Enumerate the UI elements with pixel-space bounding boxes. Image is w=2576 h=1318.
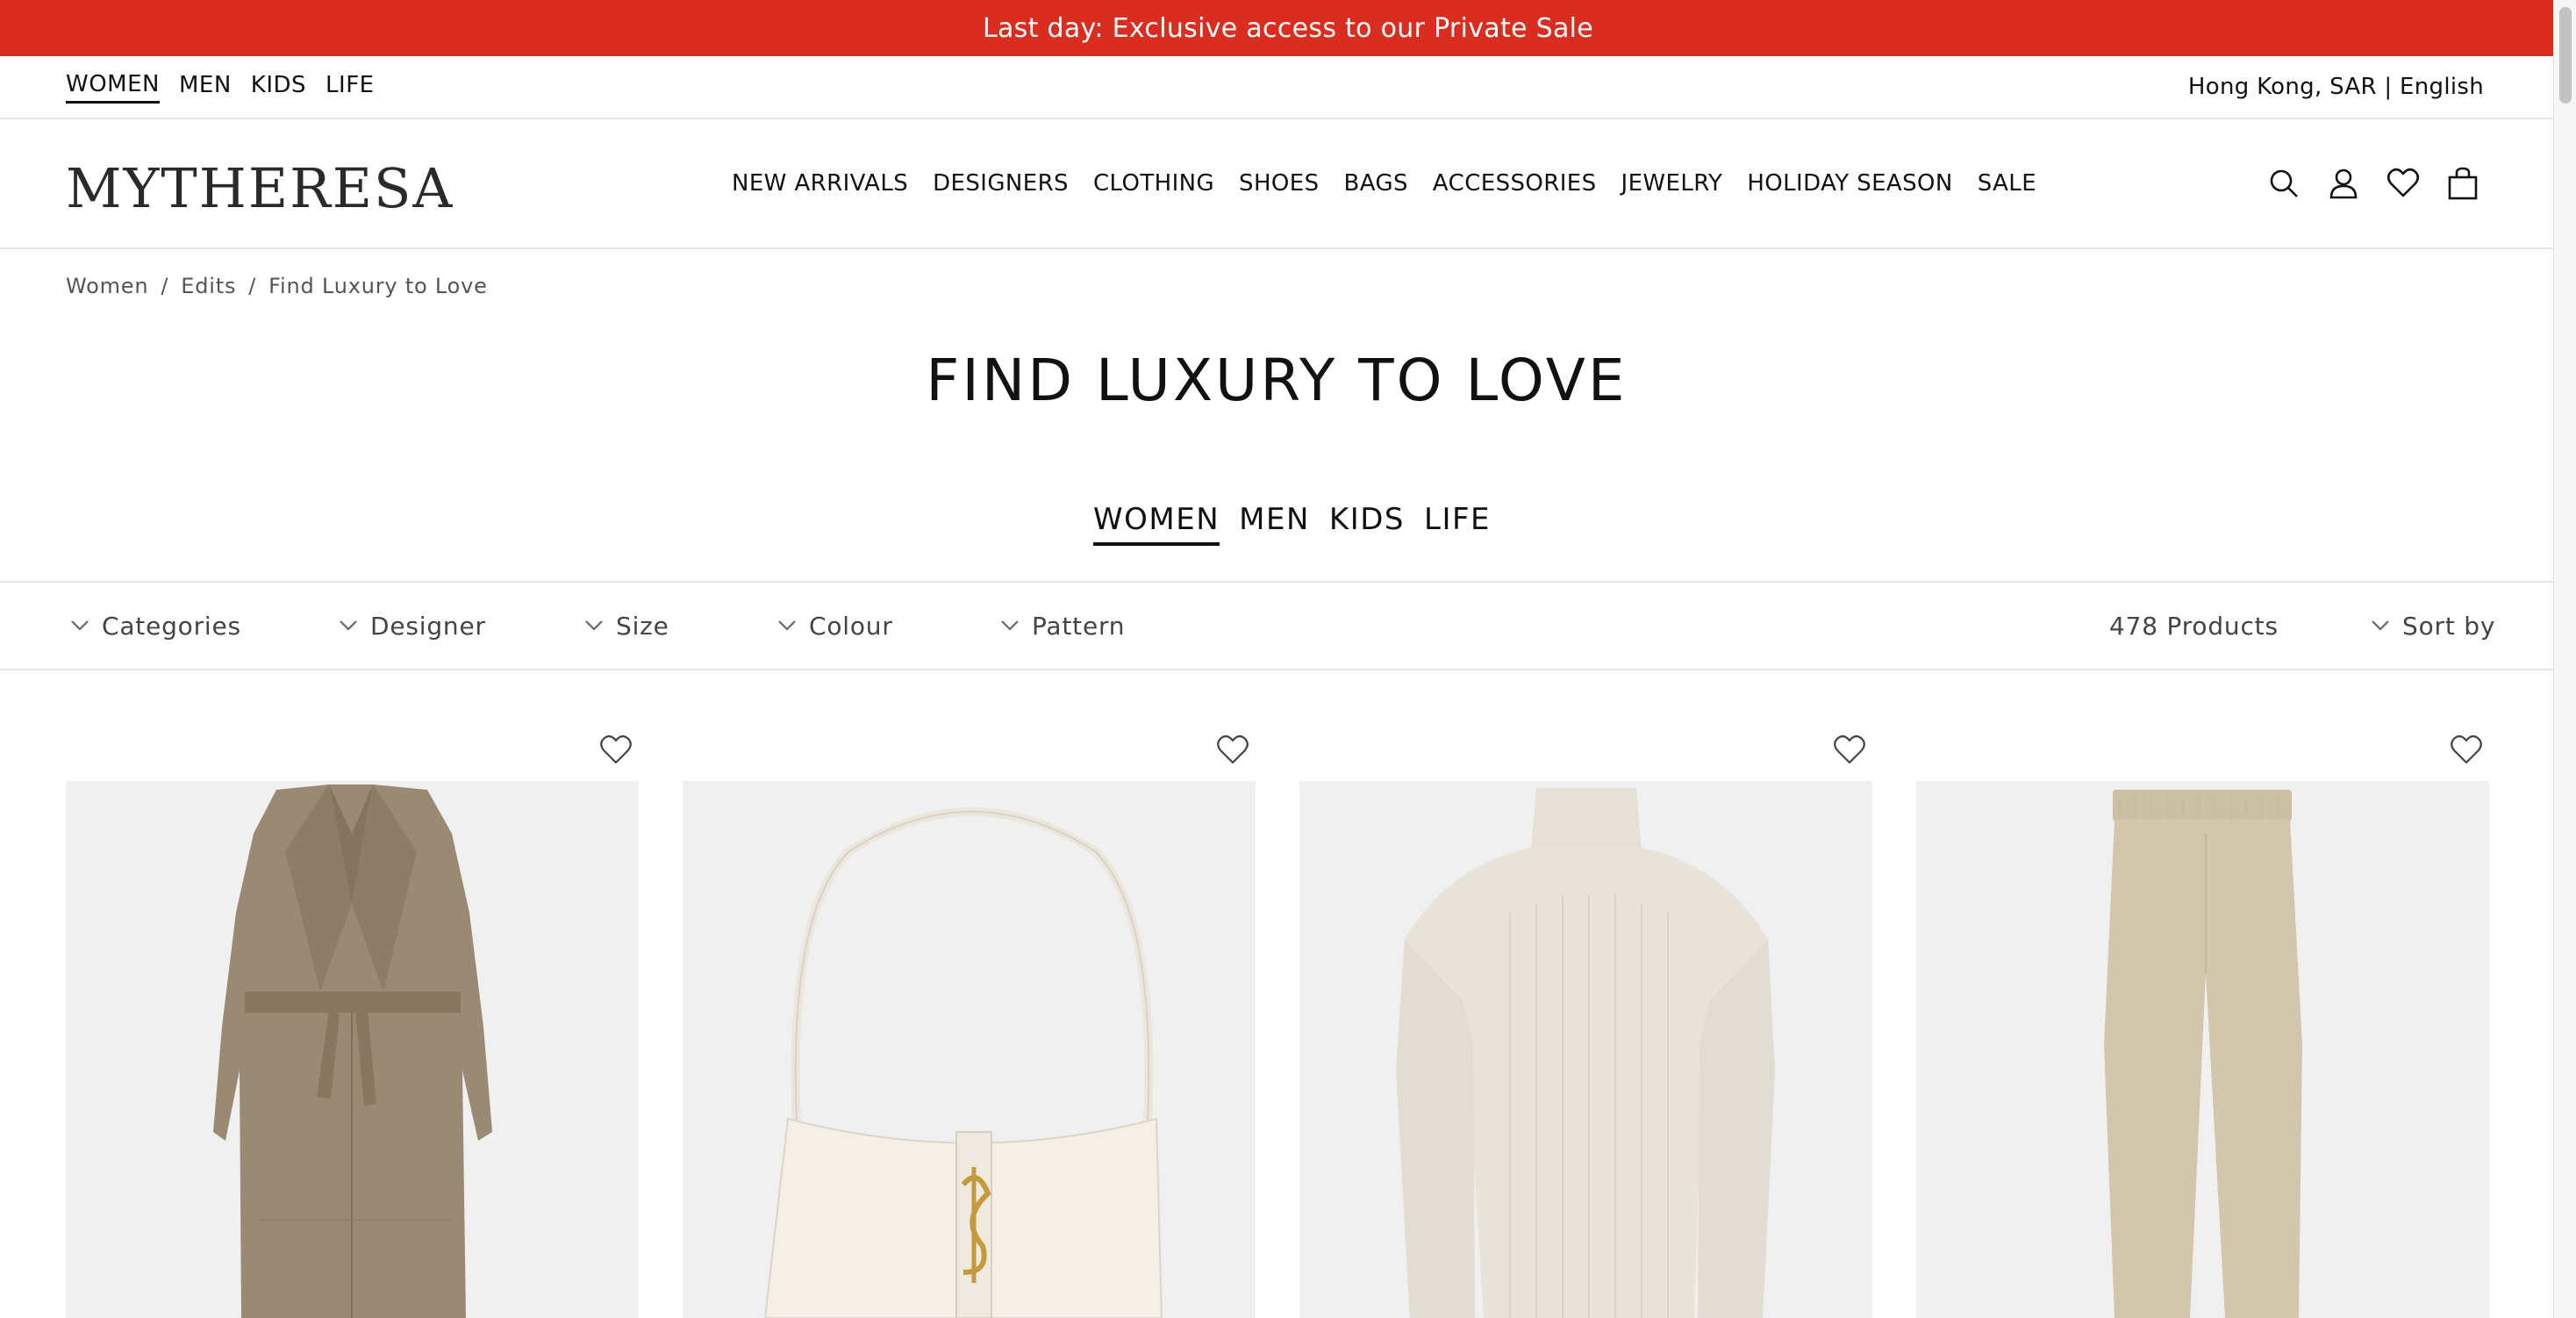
promo-text[interactable]: Last day: Exclusive access to our Privat…: [983, 13, 1593, 44]
nav-designers[interactable]: DESIGNERS: [933, 170, 1069, 197]
breadcrumb-edits[interactable]: Edits: [181, 274, 236, 298]
nav-sale[interactable]: SALE: [1978, 170, 2036, 197]
top-nav-women[interactable]: WOMEN: [66, 71, 160, 104]
top-nav-life[interactable]: LIFE: [326, 72, 375, 102]
filter-colour[interactable]: Colour: [777, 583, 893, 669]
filter-designer[interactable]: Designer: [339, 583, 486, 669]
wishlist-heart-icon[interactable]: [1215, 734, 1250, 769]
filter-categories[interactable]: Categories: [70, 583, 241, 669]
chevron-down-icon: [2371, 616, 2390, 635]
breadcrumb-separator: /: [248, 274, 257, 298]
breadcrumb: Women / Edits / Find Luxury to Love: [66, 274, 488, 298]
filter-pattern-label: Pattern: [1032, 611, 1126, 641]
product-card[interactable]: [66, 728, 639, 1318]
chevron-down-icon: [70, 616, 89, 635]
top-nav-men[interactable]: MEN: [179, 72, 232, 102]
nav-clothing[interactable]: CLOTHING: [1093, 170, 1214, 197]
tab-life[interactable]: LIFE: [1424, 502, 1491, 546]
product-image-suede-coat[interactable]: [66, 781, 639, 1318]
chevron-down-icon: [339, 616, 358, 635]
filter-colour-label: Colour: [809, 611, 893, 641]
product-grid: [66, 728, 2489, 1318]
filter-size-label: Size: [616, 611, 669, 641]
wishlist-icon[interactable]: [2386, 167, 2420, 200]
product-card[interactable]: [1299, 728, 1872, 1318]
filter-bar: Categories Designer Size Colour Pattern …: [0, 581, 2553, 670]
account-icon[interactable]: [2327, 167, 2360, 200]
top-nav-kids[interactable]: KIDS: [251, 72, 306, 102]
chevron-down-icon: [1000, 616, 1020, 635]
page-title: FIND LUXURY TO LOVE: [926, 347, 1628, 414]
filter-designer-label: Designer: [370, 611, 486, 641]
nav-bags[interactable]: BAGS: [1344, 170, 1408, 197]
top-bar: WOMEN MEN KIDS LIFE Hong Kong, SAR | Eng…: [0, 56, 2576, 119]
tab-women[interactable]: WOMEN: [1093, 502, 1220, 546]
header-icons: [2267, 119, 2479, 247]
breadcrumb-current: Find Luxury to Love: [268, 274, 488, 298]
nav-new-arrivals[interactable]: NEW ARRIVALS: [732, 170, 908, 197]
tab-kids[interactable]: KIDS: [1329, 502, 1405, 546]
main-nav: NEW ARRIVALS DESIGNERS CLOTHING SHOES BA…: [732, 119, 2036, 247]
product-card[interactable]: [683, 728, 1256, 1318]
promo-banner[interactable]: Last day: Exclusive access to our Privat…: [0, 0, 2576, 56]
product-card[interactable]: [1916, 728, 2489, 1318]
wishlist-heart-icon[interactable]: [1832, 734, 1867, 769]
tab-men[interactable]: MEN: [1239, 502, 1310, 546]
product-image-turtleneck[interactable]: [1299, 781, 1872, 1318]
filter-size[interactable]: Size: [584, 583, 669, 669]
wishlist-heart-icon[interactable]: [598, 734, 633, 769]
breadcrumb-separator: /: [161, 274, 169, 298]
site-logo[interactable]: MYTHERESA: [66, 156, 454, 220]
sort-dropdown[interactable]: Sort by: [2371, 583, 2495, 669]
nav-jewelry[interactable]: JEWELRY: [1621, 170, 1723, 197]
scrollbar-thumb[interactable]: [2559, 7, 2572, 104]
nav-shoes[interactable]: SHOES: [1239, 170, 1319, 197]
site-header: MYTHERESA NEW ARRIVALS DESIGNERS CLOTHIN…: [0, 119, 2576, 249]
gender-tabs: WOMEN MEN KIDS LIFE: [1093, 502, 1491, 546]
chevron-down-icon: [777, 616, 797, 635]
product-image-knit-pants[interactable]: [1916, 781, 2489, 1318]
product-count: 478 Products: [2109, 583, 2279, 669]
shopping-bag-icon[interactable]: [2446, 167, 2479, 200]
sort-label: Sort by: [2402, 611, 2496, 641]
top-gender-nav: WOMEN MEN KIDS LIFE: [66, 56, 375, 118]
chevron-down-icon: [584, 616, 604, 635]
filter-pattern[interactable]: Pattern: [1000, 583, 1125, 669]
page-scrollbar[interactable]: [2553, 0, 2576, 1318]
filter-categories-label: Categories: [102, 611, 241, 641]
locale-selector[interactable]: Hong Kong, SAR | English: [2188, 56, 2484, 118]
wishlist-heart-icon[interactable]: [2449, 734, 2484, 769]
nav-holiday-season[interactable]: HOLIDAY SEASON: [1747, 170, 1952, 197]
nav-accessories[interactable]: ACCESSORIES: [1433, 170, 1597, 197]
product-image-shoulder-bag[interactable]: [683, 781, 1256, 1318]
breadcrumb-women[interactable]: Women: [66, 274, 148, 298]
search-icon[interactable]: [2267, 167, 2301, 200]
product-count-label: 478 Products: [2109, 611, 2279, 641]
